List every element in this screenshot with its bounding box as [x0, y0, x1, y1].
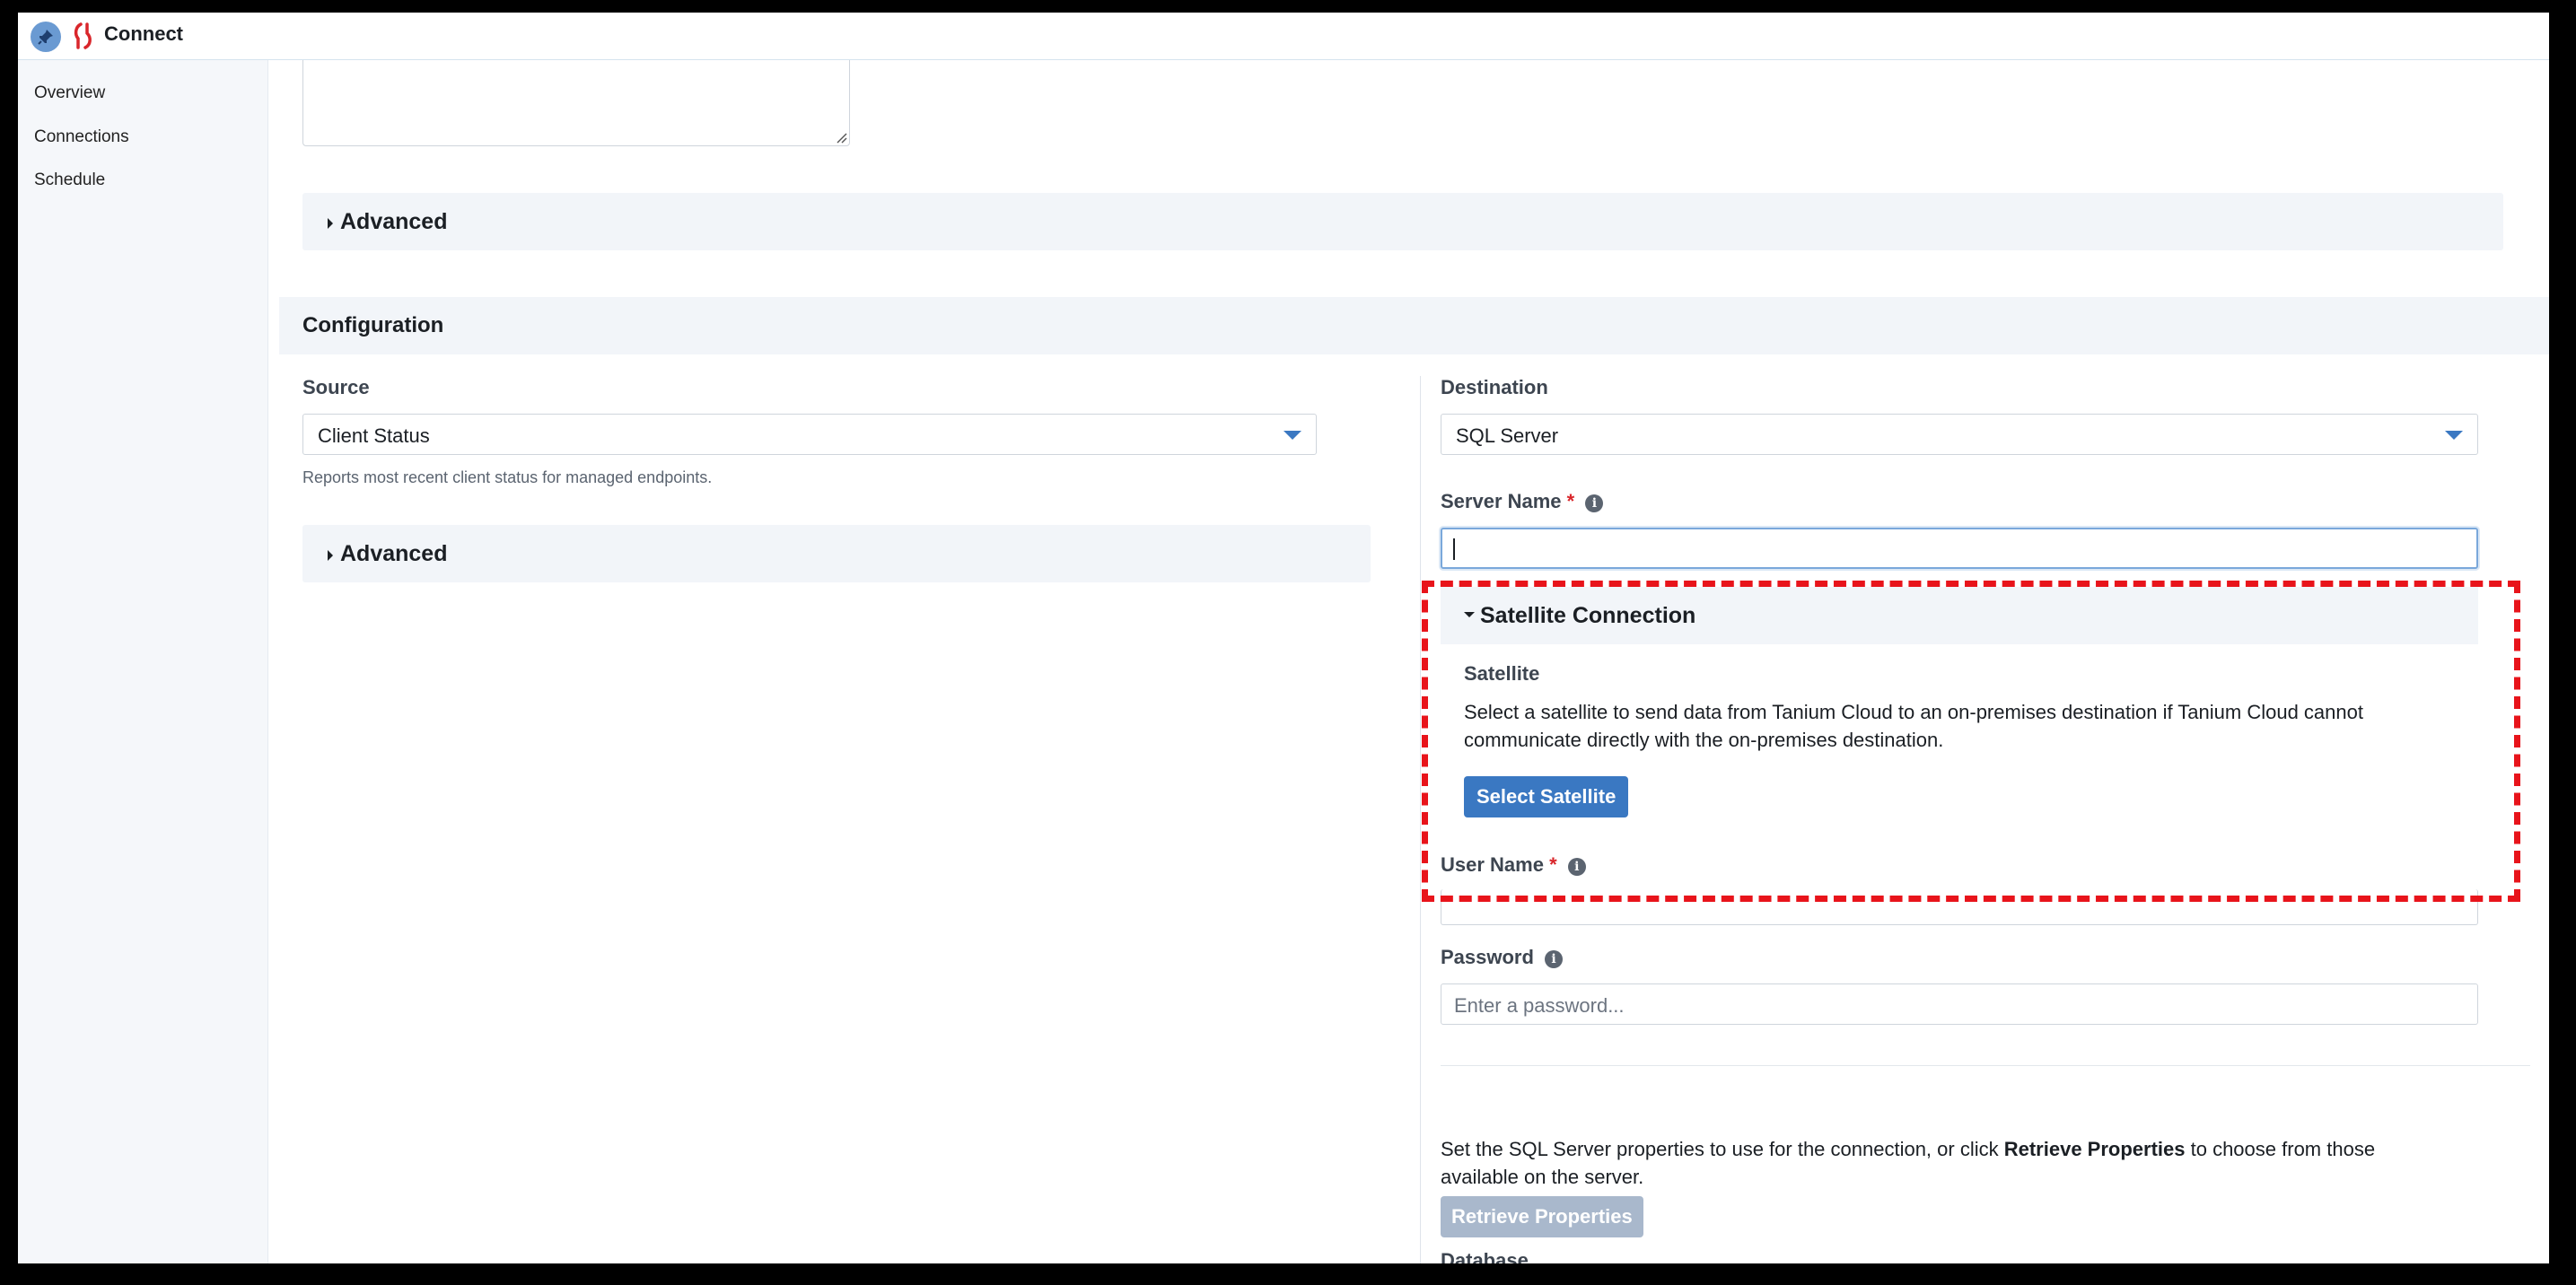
- sidebar-item-schedule[interactable]: Schedule: [34, 170, 105, 190]
- required-asterisk: *: [1549, 853, 1557, 876]
- satellite-connection-accordion[interactable]: Satellite Connection: [1441, 587, 2478, 644]
- source-selected-value: Client Status: [318, 424, 430, 447]
- source-help-text: Reports most recent client status for ma…: [302, 468, 713, 486]
- sidebar: Overview Connections Schedule: [18, 60, 268, 1263]
- sidebar-item-overview[interactable]: Overview: [34, 83, 105, 103]
- user-name-label-text: User Name: [1441, 853, 1544, 876]
- app-title: Connect: [104, 22, 183, 45]
- password-placeholder: Enter a password...: [1454, 994, 1625, 1017]
- satellite-label: Satellite: [1464, 662, 1540, 685]
- accordion-label: Satellite Connection: [1480, 603, 1696, 628]
- info-icon[interactable]: i: [1567, 858, 1586, 876]
- configuration-section-header: Configuration: [279, 297, 2549, 354]
- destination-selected-value: SQL Server: [1456, 424, 1559, 447]
- info-icon[interactable]: i: [1545, 950, 1564, 968]
- screenshot-frame: Connect Overview Connections Schedule Ad…: [0, 0, 2576, 1285]
- general-advanced-accordion[interactable]: Advanced: [302, 193, 2503, 250]
- dropdown-arrow-icon: [1284, 431, 1301, 440]
- column-divider: [1420, 376, 1421, 1263]
- caret-right-icon: [328, 550, 333, 561]
- connect-logo-icon: [72, 22, 97, 55]
- password-label-text: Password: [1441, 946, 1534, 968]
- dropdown-arrow-icon: [2445, 431, 2463, 440]
- user-name-input[interactable]: [1441, 889, 2478, 925]
- properties-text-before: Set the SQL Server properties to use for…: [1441, 1138, 2004, 1160]
- accordion-label: Advanced: [340, 209, 448, 234]
- password-label: Password i: [1441, 946, 1564, 969]
- section-divider: [1441, 1065, 2530, 1066]
- select-satellite-button[interactable]: Select Satellite: [1464, 776, 1629, 817]
- caret-down-icon: [1464, 612, 1475, 617]
- satellite-description: Select a satellite to send data from Tan…: [1464, 701, 2363, 751]
- caret-right-icon: [328, 218, 333, 229]
- pin-icon[interactable]: [31, 22, 61, 52]
- source-select[interactable]: Client Status: [302, 414, 1317, 455]
- top-bar: Connect: [18, 13, 2549, 60]
- description-textarea[interactable]: [302, 60, 850, 146]
- destination-select[interactable]: SQL Server: [1441, 414, 2478, 455]
- sidebar-item-connections[interactable]: Connections: [34, 127, 129, 147]
- password-input[interactable]: Enter a password...: [1441, 983, 2478, 1025]
- source-label: Source: [302, 376, 370, 398]
- resize-grip-icon[interactable]: [835, 131, 847, 144]
- section-title: Configuration: [302, 313, 444, 337]
- accordion-label: Advanced: [340, 541, 448, 566]
- user-name-label: User Name * i: [1441, 853, 1586, 877]
- server-name-label-text: Server Name: [1441, 490, 1562, 512]
- main-content: Advanced Configuration Source Client Sta…: [268, 60, 2549, 1263]
- text-cursor: [1453, 538, 1455, 560]
- retrieve-properties-button[interactable]: Retrieve Properties: [1441, 1196, 1643, 1237]
- server-name-input[interactable]: [1441, 528, 2478, 569]
- app-window: Connect Overview Connections Schedule Ad…: [18, 13, 2549, 1263]
- database-label-partial: Database: [1441, 1249, 1529, 1263]
- properties-text-bold: Retrieve Properties: [2003, 1138, 2186, 1160]
- info-icon[interactable]: i: [1585, 494, 1604, 512]
- destination-label: Destination: [1441, 376, 1548, 398]
- server-name-label: Server Name * i: [1441, 490, 1604, 513]
- required-asterisk: *: [1566, 490, 1575, 512]
- properties-description: Set the SQL Server properties to use for…: [1441, 1135, 2446, 1191]
- source-advanced-accordion[interactable]: Advanced: [302, 525, 1371, 582]
